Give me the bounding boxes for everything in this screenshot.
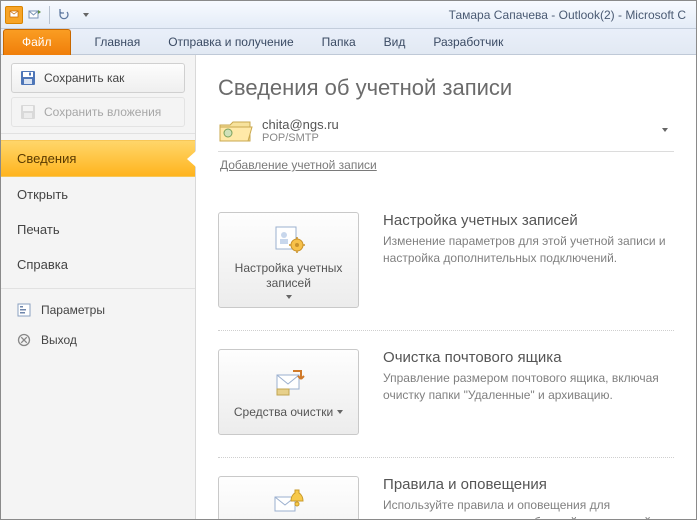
section-desc: Управление размером почтового ящика, вкл…	[383, 370, 674, 405]
section-title: Очистка почтового ящика	[383, 349, 674, 366]
section-cleanup: Средства очистки Очистка почтового ящика…	[218, 331, 674, 458]
section-title: Правила и оповещения	[383, 476, 674, 493]
outlook-window: Тамара Сапачева - Outlook(2) - Microsoft…	[0, 0, 697, 520]
sidebar-item-info[interactable]: Сведения	[1, 140, 195, 177]
sidebar-item-help[interactable]: Справка	[1, 247, 195, 282]
options-icon	[17, 303, 31, 317]
send-receive-icon[interactable]	[25, 5, 45, 25]
account-email: chita@ngs.ru	[262, 117, 339, 132]
tab-file[interactable]: Файл	[3, 29, 71, 55]
sidebar-separator-1	[1, 133, 195, 134]
tab-send-receive[interactable]: Отправка и получение	[154, 31, 307, 54]
page-title: Сведения об учетной записи	[218, 75, 674, 101]
account-settings-icon	[271, 223, 307, 255]
section-text: Очистка почтового ящика Управление разме…	[383, 349, 674, 435]
account-selector[interactable]: chita@ngs.ru POP/SMTP	[218, 111, 674, 152]
section-desc: Изменение параметров для этой учетной за…	[383, 233, 674, 268]
cleanup-button-label: Средства очистки	[234, 405, 333, 420]
quick-access-toolbar	[5, 5, 96, 25]
section-desc: Используйте правила и оповещения для орг…	[383, 497, 674, 520]
undo-icon[interactable]	[54, 5, 74, 25]
window-title: Тамара Сапачева - Outlook(2) - Microsoft…	[96, 8, 692, 22]
sidebar-item-open[interactable]: Открыть	[1, 177, 195, 212]
exit-label: Выход	[41, 333, 77, 347]
section-text: Правила и оповещения Используйте правила…	[383, 476, 674, 520]
account-protocol: POP/SMTP	[262, 132, 339, 144]
tab-home[interactable]: Главная	[81, 31, 155, 54]
section-text: Настройка учетных записей Изменение пара…	[383, 212, 674, 308]
backstage-body: Сохранить как Сохранить вложения Сведени…	[1, 55, 696, 520]
sidebar-item-options[interactable]: Параметры	[1, 295, 195, 325]
ribbon-tabs: Файл Главная Отправка и получение Папка …	[1, 29, 696, 55]
attachment-icon	[20, 104, 36, 120]
qat-divider	[49, 6, 50, 24]
add-account-link[interactable]: Добавление учетной записи	[220, 158, 377, 172]
tab-folder[interactable]: Папка	[308, 31, 370, 54]
sidebar-item-print[interactable]: Печать	[1, 212, 195, 247]
account-settings-button-label: Настройка учетных записей	[225, 261, 352, 291]
dropdown-icon	[286, 295, 292, 299]
folder-account-icon	[218, 115, 254, 145]
account-text: chita@ngs.ru POP/SMTP	[262, 117, 339, 144]
title-bar: Тамара Сапачева - Outlook(2) - Microsoft…	[1, 1, 696, 29]
dropdown-icon	[337, 410, 343, 414]
rules-icon	[271, 487, 307, 519]
chevron-down-icon[interactable]	[662, 128, 668, 132]
save-as-label: Сохранить как	[44, 71, 124, 85]
save-attachments-label: Сохранить вложения	[44, 105, 161, 119]
cleanup-icon	[271, 367, 307, 399]
tab-developer[interactable]: Разработчик	[419, 31, 517, 54]
section-title: Настройка учетных записей	[383, 212, 674, 229]
app-icon[interactable]	[5, 6, 23, 24]
section-account-settings: Настройка учетных записей Настройка учет…	[218, 194, 674, 331]
backstage-sidebar: Сохранить как Сохранить вложения Сведени…	[1, 55, 196, 520]
options-label: Параметры	[41, 303, 105, 317]
rules-alerts-button[interactable]: Управление правилами и оповещениями	[218, 476, 359, 520]
account-settings-button[interactable]: Настройка учетных записей	[218, 212, 359, 308]
cleanup-tools-button[interactable]: Средства очистки	[218, 349, 359, 435]
save-attachments-button: Сохранить вложения	[11, 97, 185, 127]
sidebar-separator-2	[1, 288, 195, 289]
sidebar-item-exit[interactable]: Выход	[1, 325, 195, 355]
floppy-icon	[20, 70, 36, 86]
exit-icon	[17, 333, 31, 347]
backstage-content: Сведения об учетной записи chita@ngs.ru …	[196, 55, 696, 520]
section-rules: Управление правилами и оповещениями Прав…	[218, 458, 674, 520]
save-as-button[interactable]: Сохранить как	[11, 63, 185, 93]
tab-view[interactable]: Вид	[370, 31, 420, 54]
qat-customize-icon[interactable]	[76, 5, 96, 25]
